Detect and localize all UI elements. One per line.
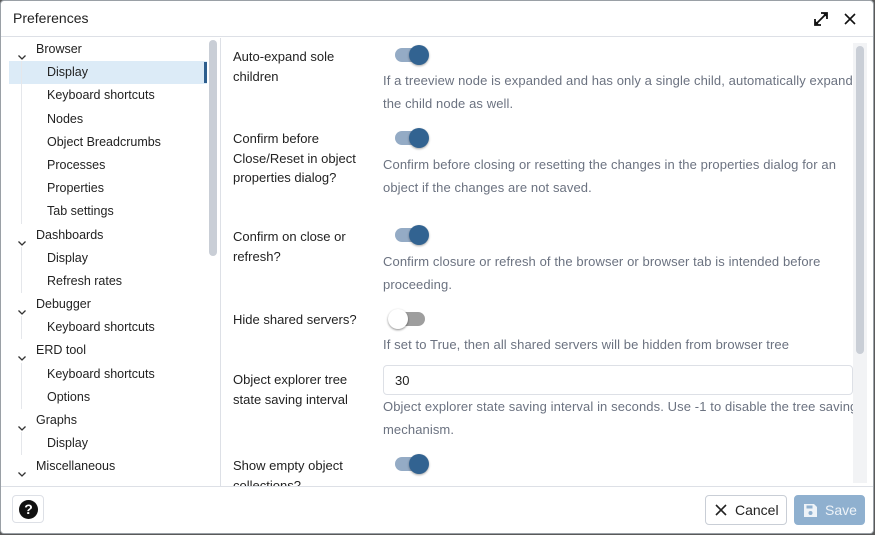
dialog-title: Preferences: [13, 10, 89, 26]
save-icon: [804, 503, 817, 517]
tree-item-label: Keyboard shortcuts: [47, 88, 155, 103]
tree-item-label: Options: [47, 389, 91, 404]
tree-guide-line: [21, 107, 22, 131]
close-icon: [715, 504, 727, 516]
setting-label-hide-shared-servers: Hide shared servers?: [233, 312, 357, 327]
chevron-down-icon[interactable]: [17, 417, 27, 431]
tree-item-label: Keyboard shortcuts: [47, 320, 155, 335]
tree-item-erd-tool-options[interactable]: Options: [9, 385, 207, 409]
toggle-knob: [388, 309, 408, 329]
setting-label-confirm-before-close-reset-in-object-properties-dialog: Confirm before Close/Reset in object pro…: [233, 131, 356, 185]
tree-group-label: ERD tool: [36, 343, 87, 358]
tree-group-miscellaneous[interactable]: Miscellaneous: [9, 455, 207, 478]
tree-group-label: Browser: [36, 42, 82, 56]
tree-item-graphs-display[interactable]: Display: [9, 432, 207, 456]
toggle-auto-expand-sole-children[interactable]: [383, 43, 433, 67]
tree-guide-line: [21, 153, 22, 178]
preferences-dialog: Preferences Browser Display Keyboard short…: [0, 0, 874, 534]
toggle-knob: [409, 225, 429, 245]
setting-help-confirm-before-close-reset-in-object-properties-dialog: Confirm before closing or resetting the …: [383, 157, 837, 195]
save-label: Save: [825, 502, 857, 518]
tree-group-label: Miscellaneous: [36, 459, 116, 474]
tree-group-browser[interactable]: Browser: [9, 38, 207, 61]
tree-item-label: Refresh rates: [47, 273, 123, 288]
tree-item-browser-keyboard-shortcuts[interactable]: Keyboard shortcuts: [9, 84, 207, 108]
toggle-confirm-before-close-reset-in-object-properties-dialog[interactable]: [383, 126, 433, 150]
close-icon[interactable]: [841, 10, 859, 28]
tree-group-dashboards[interactable]: Dashboards: [9, 224, 207, 247]
chevron-down-icon[interactable]: [17, 232, 27, 246]
tree-item-browser-properties[interactable]: Properties: [9, 177, 207, 201]
setting-help-object-explorer-tree-state-saving-interval: Object explorer state saving interval in…: [383, 399, 853, 437]
tree-guide-line: [21, 269, 22, 294]
tree-item-browser-object-breadcrumbs[interactable]: Object Breadcrumbs: [9, 130, 207, 154]
chevron-down-icon[interactable]: [17, 463, 27, 478]
help-icon: ?: [19, 500, 38, 519]
tree-group-debugger[interactable]: Debugger: [9, 293, 207, 316]
tree-guide-line: [21, 432, 22, 456]
setting-label-show-empty-object-collections: Show empty object collections?: [233, 458, 343, 486]
setting-help-hide-shared-servers: If set to True, then all shared servers …: [383, 337, 790, 352]
cancel-label: Cancel: [735, 502, 779, 518]
setting-label-object-explorer-tree-state-saving-interval: Object explorer tree state saving interv…: [233, 372, 348, 407]
tree-item-dashboards-refresh-rates[interactable]: Refresh rates: [9, 269, 207, 294]
tree-group-label: Debugger: [36, 297, 91, 312]
toggle-hide-shared-servers[interactable]: [383, 307, 433, 331]
tree-guide-line: [21, 200, 22, 224]
toggle-show-empty-object-collections[interactable]: [383, 452, 433, 476]
settings-scrollbar[interactable]: [856, 46, 864, 354]
save-button[interactable]: Save: [794, 495, 865, 525]
tree-item-debugger-keyboard-shortcuts[interactable]: Keyboard shortcuts: [9, 316, 207, 340]
title-bar: Preferences: [1, 1, 873, 37]
setting-label-confirm-on-close-or-refresh: Confirm on close or refresh?: [233, 229, 346, 264]
setting-help-confirm-on-close-or-refresh: Confirm closure or refresh of the browse…: [383, 254, 821, 292]
tree-list: Browser Display Keyboard shortcuts Nodes Obj…: [9, 38, 207, 479]
chevron-down-icon[interactable]: [17, 46, 27, 60]
cancel-button[interactable]: Cancel: [705, 495, 787, 525]
tree-item-label: Tab settings: [47, 204, 114, 219]
dialog-footer: ? Cancel Save: [1, 486, 873, 533]
tree-item-label: Object Breadcrumbs: [47, 134, 161, 149]
preferences-tree: Browser Display Keyboard shortcuts Nodes Obj…: [1, 38, 221, 486]
settings-panel: Auto-expand sole children If a treeview n…: [222, 38, 853, 486]
tree-item-browser-display[interactable]: Display: [9, 61, 207, 85]
tree-item-dashboards-display[interactable]: Display: [9, 246, 207, 270]
setting-help-auto-expand-sole-children: If a treeview node is expanded and has o…: [383, 73, 853, 111]
tree-item-label: Properties: [47, 181, 104, 196]
chevron-down-icon[interactable]: [17, 301, 27, 315]
tree-item-label: Display: [47, 250, 88, 265]
tree-guide-line: [21, 385, 22, 409]
tree-group-graphs[interactable]: Graphs: [9, 409, 207, 432]
tree-item-browser-nodes[interactable]: Nodes: [9, 107, 207, 131]
tree-item-browser-processes[interactable]: Processes: [9, 153, 207, 178]
toggle-confirm-on-close-or-refresh[interactable]: [383, 223, 433, 247]
chevron-down-icon[interactable]: [17, 347, 27, 362]
tree-guide-line: [21, 246, 22, 270]
sidebar-scrollbar[interactable]: [209, 40, 217, 256]
tree-item-label: Display: [47, 65, 88, 80]
expand-arrows-icon[interactable]: [812, 10, 830, 28]
tree-item-browser-tab-settings[interactable]: Tab settings: [9, 200, 207, 224]
tree-guide-line: [21, 84, 22, 108]
tree-guide-line: [21, 130, 22, 154]
tree-item-erd-tool-keyboard-shortcuts[interactable]: Keyboard shortcuts: [9, 362, 207, 386]
setting-label-auto-expand-sole-children: Auto-expand sole children: [233, 49, 335, 84]
tree-guide-line: [21, 316, 22, 340]
toggle-knob: [409, 454, 429, 474]
tree-group-label: Dashboards: [36, 227, 104, 242]
tree-group-erd-tool[interactable]: ERD tool: [9, 339, 207, 362]
toggle-knob: [409, 128, 429, 148]
tree-guide-line: [21, 61, 22, 85]
tree-item-label: Processes: [47, 157, 106, 172]
tree-item-label: Display: [47, 436, 88, 451]
toggle-knob: [409, 45, 429, 65]
help-button[interactable]: ?: [12, 495, 44, 523]
tree-group-label: Graphs: [36, 413, 77, 427]
input-object-explorer-tree-state-saving-interval[interactable]: [383, 365, 853, 395]
tree-item-label: Nodes: [47, 111, 84, 126]
tree-item-label: Keyboard shortcuts: [47, 366, 155, 381]
tree-guide-line: [21, 177, 22, 201]
tree-guide-line: [21, 362, 22, 386]
